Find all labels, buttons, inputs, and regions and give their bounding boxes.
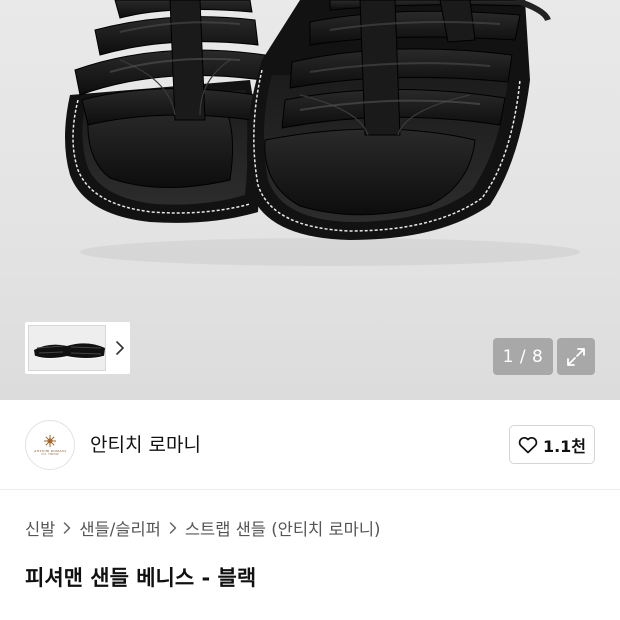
product-image-gallery[interactable]: 1 / 8 <box>0 0 620 400</box>
breadcrumb-item-sandals-slippers[interactable]: 샌들/슬리퍼 <box>79 516 160 540</box>
thumbnail-next-button[interactable] <box>114 338 126 358</box>
chevron-right-icon <box>169 522 177 534</box>
chevron-right-icon <box>116 341 124 355</box>
product-title: 피셔맨 샌들 베니스 - 블랙 <box>25 566 257 590</box>
chevron-right-icon <box>64 522 71 534</box>
sandal-thumbnail-icon <box>29 326 105 370</box>
breadcrumb: 신발 샌들/슬리퍼 스트랩 샌들 (안티치 로마니) <box>25 516 380 540</box>
brand-like-button[interactable]: 1.1천 <box>509 425 595 464</box>
brand-name[interactable]: 안티치 로마니 <box>90 430 201 457</box>
expand-arrows-icon <box>567 347 585 366</box>
breadcrumb-item-strap-sandals[interactable]: 스트랩 샌들 (안티치 로마니) <box>185 516 381 540</box>
brand-emblem-icon <box>44 435 56 447</box>
brand-logo-subtext: 1972 · FIRENZE <box>40 453 59 456</box>
brand-logo[interactable]: ANTICHI ROMANI 1972 · FIRENZE <box>25 420 75 470</box>
image-page-counter: 1 / 8 <box>493 338 553 375</box>
thumbnail-strip <box>25 322 130 374</box>
brand-row: ANTICHI ROMANI 1972 · FIRENZE 안티치 로마니 1.… <box>0 400 620 490</box>
expand-image-button[interactable] <box>557 338 595 375</box>
breadcrumb-separator <box>63 521 71 535</box>
heart-outline-icon <box>518 436 538 453</box>
thumbnail-image[interactable] <box>28 325 106 371</box>
breadcrumb-separator <box>169 521 177 535</box>
breadcrumb-item-shoes[interactable]: 신발 <box>25 516 55 540</box>
like-count: 1.1천 <box>542 436 587 456</box>
